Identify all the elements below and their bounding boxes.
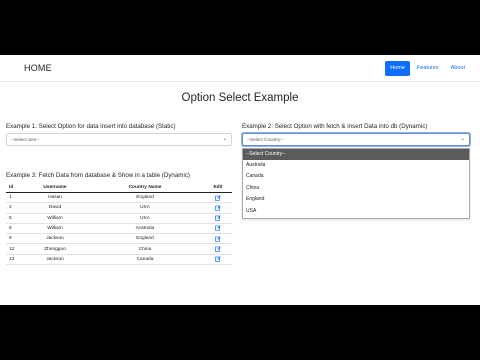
country-option[interactable]: England <box>243 194 469 205</box>
cell-username: William <box>24 223 86 235</box>
cell-country: England <box>86 192 204 204</box>
table-header-row: Id Username Country Name Edit <box>6 184 232 193</box>
cell-edit <box>204 192 232 204</box>
cell-country: USA <box>86 213 204 224</box>
edit-icon[interactable] <box>215 194 221 201</box>
chevron-down-icon: ⌄ <box>222 136 227 142</box>
cell-edit <box>204 243 232 255</box>
table-body: 1 Hasan England 2 David USA 5 William USA 6 Willia… <box>6 192 232 266</box>
country-select[interactable]: --Select Country-- ⌄ <box>242 133 470 146</box>
cell-id: 5 <box>6 213 24 224</box>
example3-label: Example 3: Fetch Data from database & Sh… <box>6 172 190 179</box>
edit-icon[interactable] <box>215 225 221 232</box>
cell-username: William <box>24 213 86 224</box>
nav-links: Home Features About <box>383 61 470 76</box>
country-option[interactable]: USA <box>243 206 469 217</box>
users-table: Id Username Country Name Edit 1 Hasan Engl… <box>6 184 232 266</box>
edit-icon[interactable] <box>215 215 221 221</box>
cell-id: 12 <box>6 243 24 255</box>
nav-item-about[interactable]: About <box>446 61 470 76</box>
country-option[interactable]: --Select Country-- <box>243 149 469 160</box>
cell-id: 9 <box>6 233 24 245</box>
cell-country: Canada <box>86 254 204 266</box>
table-row: 5 William USA <box>6 213 232 224</box>
cell-id: 2 <box>6 202 24 214</box>
cell-username: Zhongguo <box>24 243 86 255</box>
cell-edit <box>204 213 232 224</box>
column-header-id: Id <box>6 184 24 193</box>
cell-edit <box>204 202 232 214</box>
country-select-value: --Select Country-- <box>247 137 284 142</box>
navbar: HOME Home Features About <box>0 55 480 82</box>
column-header-username: Username <box>24 184 86 193</box>
table-row: 2 David USA <box>6 202 232 214</box>
edit-icon[interactable] <box>215 246 221 252</box>
sex-select[interactable]: --Select Sex-- ⌄ <box>6 133 232 146</box>
table-row: 6 William Australia <box>6 223 232 235</box>
edit-icon[interactable] <box>215 236 221 242</box>
example1-label: Example 1: Select Option for data insert… <box>6 123 176 130</box>
country-dropdown-list: --Select Country-- Australia Canada Chin… <box>242 148 470 219</box>
cell-edit <box>204 254 232 266</box>
nav-item-home[interactable]: Home <box>385 61 410 76</box>
edit-icon[interactable] <box>215 256 221 263</box>
cell-id: 1 <box>6 192 24 204</box>
cell-username: David <box>24 202 86 214</box>
country-option[interactable]: China <box>243 183 469 194</box>
column-header-country: Country Name <box>86 184 204 193</box>
nav-item-features[interactable]: Features <box>412 61 444 76</box>
example2-label: Example 2: Select Option with fetch & in… <box>242 123 428 130</box>
sex-select-value: --Select Sex-- <box>11 137 40 142</box>
cell-id: 6 <box>6 223 24 235</box>
cell-username: Jackson <box>24 233 86 245</box>
cell-edit <box>204 223 232 235</box>
cell-country: China <box>86 243 204 255</box>
table-row: 12 Zhongguo China <box>6 243 232 255</box>
navbar-brand[interactable]: HOME <box>24 63 52 73</box>
cell-country: England <box>86 233 204 245</box>
column-header-edit: Edit <box>204 184 232 193</box>
chevron-down-icon: ⌄ <box>460 136 465 142</box>
cell-username: Jackson <box>24 254 86 266</box>
country-option[interactable]: Australia <box>243 160 469 171</box>
page-title: Option Select Example <box>181 92 299 104</box>
country-option[interactable]: Canada <box>243 171 469 182</box>
table-row: 13 Jackson Canada <box>6 254 232 266</box>
table-row: 9 Jackson England <box>6 233 232 245</box>
cell-edit <box>204 233 232 245</box>
cell-id: 13 <box>6 254 24 266</box>
edit-icon[interactable] <box>215 205 221 211</box>
cell-country: USA <box>86 202 204 214</box>
cell-username: Hasan <box>24 192 86 204</box>
cell-country: Australia <box>86 223 204 235</box>
table-row: 1 Hasan England <box>6 192 232 204</box>
